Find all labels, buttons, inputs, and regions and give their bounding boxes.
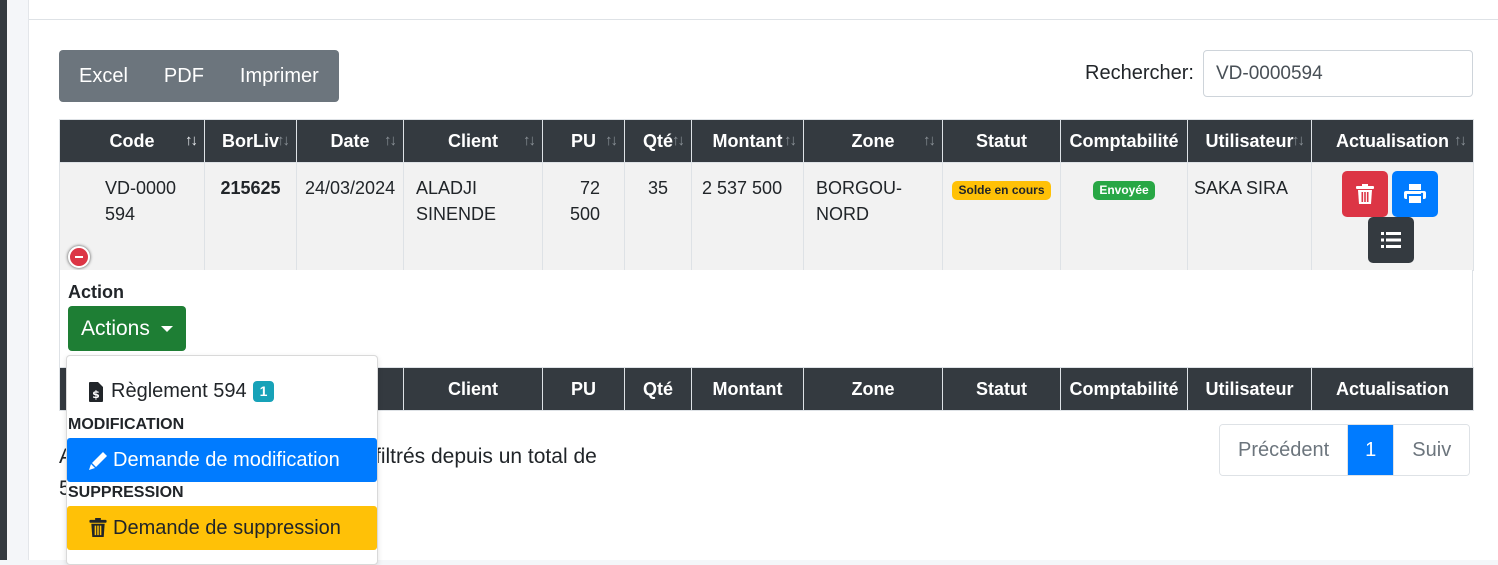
pagination: Précédent 1 Suiv <box>1219 424 1471 476</box>
column-header-date[interactable]: Date ↑↓ <box>296 119 404 163</box>
cell-borliv: 215625 <box>204 162 297 271</box>
footer-actualisation: Actualisation <box>1311 367 1474 411</box>
modification-request-label: Demande de modification <box>113 449 340 471</box>
column-header-comptabilite: Comptabilité <box>1060 119 1188 163</box>
section-header-suppression: SUPPRESSION <box>68 484 184 501</box>
sort-icon: ↑↓ <box>672 132 685 149</box>
print-row-button[interactable] <box>1392 171 1438 217</box>
section-header-modification: MODIFICATION <box>68 416 185 433</box>
sort-icon: ↑↓ <box>605 132 618 149</box>
pagination-previous[interactable]: Précédent <box>1220 425 1348 475</box>
sort-icon: ↑↓ <box>384 132 397 149</box>
cell-date: 24/03/2024 <box>296 162 404 271</box>
cell-actualisation <box>1311 162 1474 271</box>
action-label: Action <box>68 282 124 302</box>
column-header-client[interactable]: Client ↑↓ <box>403 119 543 163</box>
footer-zone: Zone <box>803 367 943 411</box>
column-header-statut: Statut <box>942 119 1061 163</box>
print-button[interactable]: Imprimer <box>222 50 339 102</box>
footer-utilisateur: Utilisateur <box>1187 367 1312 411</box>
data-table: Code ↑↓ BorLiv ↑↓ Date ↑↓ Client ↑↓ PU ↑↓ Qté… <box>59 119 1474 271</box>
status-badge: Solde en cours <box>952 181 1051 200</box>
svg-text:$: $ <box>92 388 100 401</box>
accounting-badge: Envoyée <box>1093 181 1155 200</box>
actions-dropdown-menu: $ Règlement 594 1 MODIFICATION Demande d… <box>66 355 378 565</box>
pencil-icon <box>89 452 107 470</box>
deletion-request-label: Demande de suppression <box>113 517 341 539</box>
reglement-count-badge: 1 <box>252 381 275 402</box>
cell-statut: Solde en cours <box>942 162 1061 271</box>
excel-button[interactable]: Excel <box>59 50 146 102</box>
column-header-zone[interactable]: Zone ↑↓ <box>803 119 943 163</box>
cell-zone: BORGOU-NORD <box>803 162 943 271</box>
menu-item-reglement-label: Règlement 594 <box>111 380 247 402</box>
table-info-text: filtrés depuis un total de <box>375 445 597 468</box>
sort-icon: ↑↓ <box>923 132 936 149</box>
footer-montant: Montant <box>691 367 804 411</box>
footer-statut: Statut <box>942 367 1061 411</box>
footer-pu: PU <box>542 367 625 411</box>
column-header-code[interactable]: Code ↑↓ <box>59 119 205 163</box>
window-edge <box>0 0 7 560</box>
column-header-pu[interactable]: PU ↑↓ <box>542 119 625 163</box>
cell-code: VD-0000594 <box>59 162 205 271</box>
collapse-row-icon[interactable] <box>68 246 90 268</box>
expanded-row-details: Action Actions <box>59 270 1473 367</box>
sort-icon: ↑↓ <box>1292 132 1305 149</box>
actions-button-label: Actions <box>81 317 150 340</box>
actions-dropdown-button[interactable]: Actions <box>68 306 186 351</box>
pagination-page-1[interactable]: 1 <box>1347 425 1394 475</box>
pagination-next[interactable]: Suiv <box>1393 425 1470 475</box>
sort-icon: ↑↓ <box>277 132 290 149</box>
export-button-group: Excel PDF Imprimer <box>59 50 339 102</box>
deletion-request-button[interactable]: Demande de suppression <box>67 506 377 550</box>
trash-icon <box>89 518 107 538</box>
column-header-qte[interactable]: Qté ↑↓ <box>624 119 692 163</box>
sort-icon: ↑↓ <box>185 132 198 149</box>
column-header-borliv[interactable]: BorLiv ↑↓ <box>204 119 297 163</box>
column-header-utilisateur[interactable]: Utilisateur ↑↓ <box>1187 119 1312 163</box>
caret-down-icon <box>161 326 173 332</box>
cell-qte: 35 <box>624 162 692 271</box>
delete-button[interactable] <box>1342 171 1388 217</box>
search-input[interactable] <box>1203 50 1473 97</box>
printer-icon <box>1404 184 1426 204</box>
sort-icon: ↑↓ <box>523 132 536 149</box>
trash-icon <box>1356 183 1374 204</box>
column-header-montant[interactable]: Montant ↑↓ <box>691 119 804 163</box>
cell-client: ALADJI SINENDE <box>403 162 543 271</box>
details-button[interactable] <box>1368 217 1414 263</box>
footer-comptabilite: Comptabilité <box>1060 367 1188 411</box>
cell-utilisateur: SAKA SIRA <box>1187 162 1312 271</box>
sort-icon: ↑↓ <box>784 132 797 149</box>
search-label: Rechercher: <box>1085 62 1194 84</box>
footer-qte: Qté <box>624 367 692 411</box>
table-row: VD-0000594 215625 24/03/2024 ALADJI SINE… <box>59 162 1474 271</box>
pdf-button[interactable]: PDF <box>146 50 222 102</box>
file-invoice-dollar-icon: $ <box>89 381 103 402</box>
cell-montant: 2 537 500 <box>691 162 804 271</box>
table-header-row: Code ↑↓ BorLiv ↑↓ Date ↑↓ Client ↑↓ PU ↑↓ Qté… <box>59 119 1474 163</box>
divider <box>29 19 1498 20</box>
list-icon <box>1381 232 1401 248</box>
footer-client: Client <box>403 367 543 411</box>
modification-request-button[interactable]: Demande de modification <box>67 438 377 482</box>
cell-pu: 72 500 <box>542 162 625 271</box>
cell-code-text: VD-0000594 <box>105 178 177 224</box>
column-header-actualisation[interactable]: Actualisation ↑↓ <box>1311 119 1474 163</box>
menu-item-reglement[interactable]: $ Règlement 594 1 <box>89 380 275 403</box>
sort-icon: ↑↓ <box>1454 132 1467 149</box>
cell-comptabilite: Envoyée <box>1060 162 1188 271</box>
